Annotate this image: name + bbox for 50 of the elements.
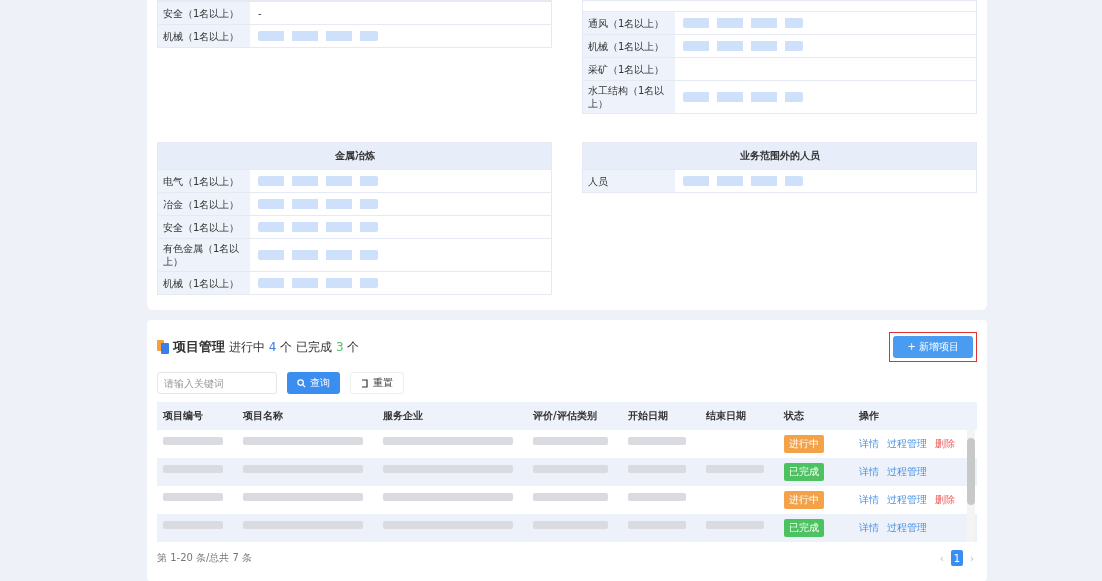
row-label: 有色金属（1名以上） (163, 242, 241, 268)
row-label: 电气（1名以上） (163, 174, 240, 188)
row-label: 人员 (588, 174, 608, 188)
column-header: 评价/评估类别 (532, 409, 598, 423)
table-header: 金属冶炼 (158, 143, 551, 169)
row-label: 安全（1名以上） (163, 6, 240, 20)
row-label: 机械（1名以上） (163, 29, 240, 43)
previous-page-button[interactable]: ‹ (936, 550, 947, 566)
status-tag: 已完成 (784, 463, 824, 481)
row-action-link[interactable]: 详情 (859, 465, 879, 479)
row-action-link[interactable]: 详情 (859, 437, 879, 451)
status-tag: 进行中 (784, 491, 824, 509)
search-icon (297, 378, 306, 388)
row-action-link[interactable]: 过程管理 (887, 437, 927, 451)
row-label: 采矿（1名以上） (588, 62, 665, 76)
pagination-summary: 第 1-20 条/总共 7 条 (157, 551, 253, 565)
table-header: 业务范围外的人员 (583, 143, 976, 169)
search-field[interactable]: 请输入关键词 (157, 372, 277, 394)
column-header: 项目编号 (162, 409, 204, 423)
row-action-link[interactable]: 过程管理 (887, 465, 927, 479)
project-count: 进行中 4 个 已完成 3 个 (229, 338, 360, 356)
row-value: - (258, 7, 262, 19)
next-page-button[interactable]: › (967, 550, 977, 566)
row-label: 冶金（1名以上） (163, 197, 240, 211)
query-button[interactable]: 查询 (287, 372, 340, 394)
row-label: 通风（1名以上） (588, 16, 665, 30)
column-header: 状态 (782, 409, 805, 423)
column-header: 项目名称 (242, 409, 284, 423)
row-label: 机械（1名以上） (163, 276, 240, 290)
row-action-link[interactable]: 详情 (859, 521, 879, 535)
row-label: 水工结构（1名以上） (588, 84, 666, 110)
row-action-link[interactable]: 过程管理 (887, 493, 927, 507)
column-header: 服务企业 (382, 409, 424, 423)
row-action-link[interactable]: 删除 (935, 437, 955, 451)
row-action-link[interactable]: 详情 (859, 493, 879, 507)
row-label: 机械（1名以上） (588, 39, 665, 53)
folder-icon (157, 340, 169, 354)
column-header: 结束日期 (705, 409, 747, 423)
column-header: 操作 (858, 409, 880, 423)
row-label: 安全（1名以上） (163, 220, 240, 234)
status-tag: 已完成 (784, 519, 824, 537)
row-action-link[interactable]: 过程管理 (887, 521, 927, 535)
add-project-button[interactable]: + 新增项目 (893, 336, 973, 358)
reset-button[interactable]: 重置 (350, 372, 404, 394)
section-title: 项目管理 (173, 338, 225, 356)
column-header: 开始日期 (627, 409, 669, 423)
scrollbar[interactable] (967, 430, 975, 542)
page-button[interactable]: 1 (950, 550, 963, 566)
row-action-link[interactable]: 删除 (935, 493, 955, 507)
status-tag: 进行中 (784, 435, 824, 453)
